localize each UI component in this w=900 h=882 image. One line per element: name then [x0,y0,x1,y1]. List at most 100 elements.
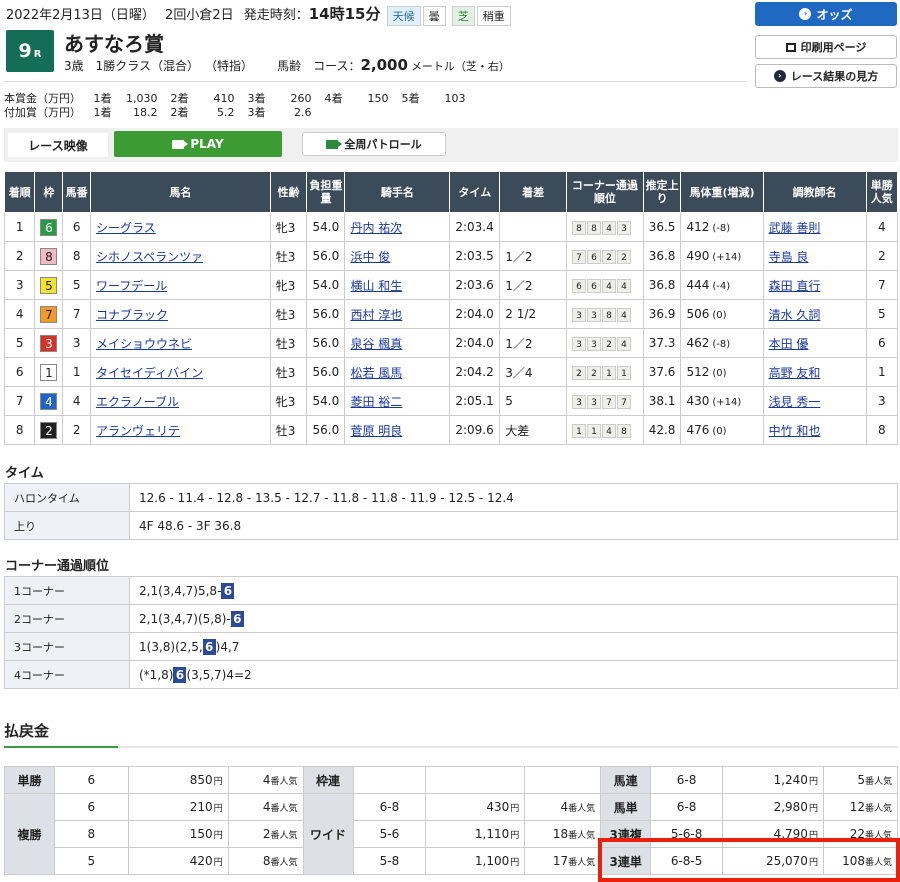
play-button[interactable]: PLAY [114,131,282,157]
wide-pop: 4番人気 [524,793,602,821]
waku-cell: 6 [34,212,64,242]
payout-divider-accent [4,746,118,748]
how-to-read-button[interactable]: › レース結果の見方 [755,64,897,88]
rank-cell: 3 [3,270,36,300]
results-header: 着順 枠 馬番 馬名 性齢 負担重量 騎手名 タイム 着差 コーナー通過順位 推… [3,171,899,213]
corner-pos: 4 [617,307,632,322]
corner-pos: 3 [587,394,602,409]
umatan-label: 馬単 [600,793,652,821]
weight-diff: (0) [712,426,727,437]
horse-link[interactable]: タイセイディバイン [96,366,203,380]
weight-cell: 56.0 [306,357,346,387]
trainer-link[interactable]: 高野 友和 [769,366,821,380]
trainer-link[interactable]: 武藤 善則 [769,221,821,235]
yen-unit: 円 [213,804,223,814]
fukusho-amount: 210円 [127,793,229,821]
halon-label: ハロンタイム [4,483,130,512]
horse-link[interactable]: メイショウウネビ [96,337,192,351]
corner-pos: 3 [572,307,587,322]
agari-label: 上り [4,511,130,540]
waku-badge: 6 [40,218,58,236]
body-weight: 412 [686,220,710,234]
horse-link[interactable]: コナブラック [96,308,168,322]
trainer-link[interactable]: 中竹 和也 [769,424,821,438]
tansho-pop: 4番人気 [227,766,304,794]
print-page-button[interactable]: 印刷用ページ [755,35,897,59]
pop-unit: 番人気 [568,804,596,814]
umaren-combo: 6-8 [650,766,724,794]
sex-age-cell: 牝3 [269,212,308,242]
popularity-cell: 6 [865,328,899,358]
pop-num: 8 [262,854,271,868]
time-cell: 2:04.0 [449,328,501,358]
trainer-link[interactable]: 本田 優 [769,337,809,351]
fukusho-amount: 150円 [127,820,229,848]
corner-pos: 7 [602,394,617,409]
trainer-link[interactable]: 寺島 良 [769,250,809,264]
corner-order: 2,1(3,4,7)(5,8)- 6 [129,604,898,633]
prize-place: 4着 [324,92,343,105]
pop-unit: 番人気 [568,831,596,841]
waku-cell: 5 [34,270,64,300]
jockey-link[interactable]: 菅原 明良 [350,424,402,438]
horse-link[interactable]: シーグラス [96,221,156,235]
waku-cell: 2 [34,415,64,445]
weight-diff: (0) [712,310,727,321]
pop-unit: 番人気 [864,804,892,814]
trainer-link[interactable]: 森田 直行 [769,279,821,293]
pop-num: 17 [552,854,569,868]
wide-amount: 1,110円 [425,820,526,848]
umaren-amount: 1,240円 [722,766,824,794]
weight-cell: 56.0 [306,328,346,358]
weight-diff: (-8) [712,223,731,234]
distance: 2,000 [360,56,408,74]
horse-num-cell: 5 [62,270,91,300]
umaren-label: 馬連 [600,766,652,794]
start-time-label: 発走時刻： [243,8,309,23]
jockey-link[interactable]: 横山 和生 [350,279,402,293]
jockey-link[interactable]: 丹内 祐次 [350,221,402,235]
corner-pos: 4 [617,278,632,293]
trainer-cell: 中竹 和也 [762,415,867,445]
yen-unit: 円 [213,831,223,841]
prize-place: 1着 [93,106,112,119]
jockey-link[interactable]: 浜中 俊 [350,250,390,264]
trainer-link[interactable]: 浅見 秀一 [769,395,821,409]
corner-pos: 7 [572,249,587,264]
time-table: ハロンタイム 12.6 - 11.4 - 12.8 - 13.5 - 12.7 -… [4,483,898,540]
prize-place: 3着 [247,106,266,119]
horse-link[interactable]: ワーフデール [96,279,167,293]
col-horse: 馬名 [89,171,271,213]
jockey-cell: 松若 風馬 [344,357,451,387]
amount: 420 [189,854,213,868]
col-waku: 枠 [34,171,64,213]
horse-num-cell: 2 [62,415,91,445]
weight-diff: (-4) [712,281,731,292]
odds-button[interactable]: › オッズ [755,2,897,26]
corner-pos: 1 [572,423,587,438]
horse-link[interactable]: アランヴェリテ [96,424,180,438]
jockey-link[interactable]: 松若 風馬 [350,366,402,380]
horse-name-cell: ワーフデール [89,270,271,300]
sex-age-cell: 牡3 [269,299,308,329]
jockey-link[interactable]: 菱田 裕二 [350,395,402,409]
table-row: 2 8 8 シホノスペランツァ 牡3 56.0 浜中 俊 2:03.5 1／2 7 6 2 2 36.8 4… [3,241,899,271]
pop-unit: 番人気 [864,777,892,787]
table-row: 8 2 2 アランヴェリテ 牡3 56.0 菅原 明良 2:09.6 大差 1 1 4 8 42.8 476… [3,415,899,445]
fukusho-amount: 420円 [127,847,229,875]
col-jockey: 騎手名 [344,171,451,213]
last3f-cell: 36.8 [642,241,682,271]
margin-cell: 5 [499,386,568,416]
jockey-link[interactable]: 西村 淳也 [350,308,402,322]
horse-name-cell: アランヴェリテ [89,415,271,445]
horse-link[interactable]: シホノスペランツァ [96,250,203,264]
horse-num-cell: 3 [62,328,91,358]
corner-row: 1コーナー 2,1(3,4,7)5,8- 6 [4,576,898,605]
horse-link[interactable]: エクラノーブル [96,395,179,409]
patrol-video-button[interactable]: 全周パトロール [302,132,446,156]
corner-cell: 7622 [566,241,644,271]
jockey-link[interactable]: 泉谷 楓真 [350,337,402,351]
trainer-link[interactable]: 清水 久詞 [769,308,821,322]
body-weight-cell: 412 (-8) [680,212,764,242]
corner-cell: 8843 [566,212,644,242]
